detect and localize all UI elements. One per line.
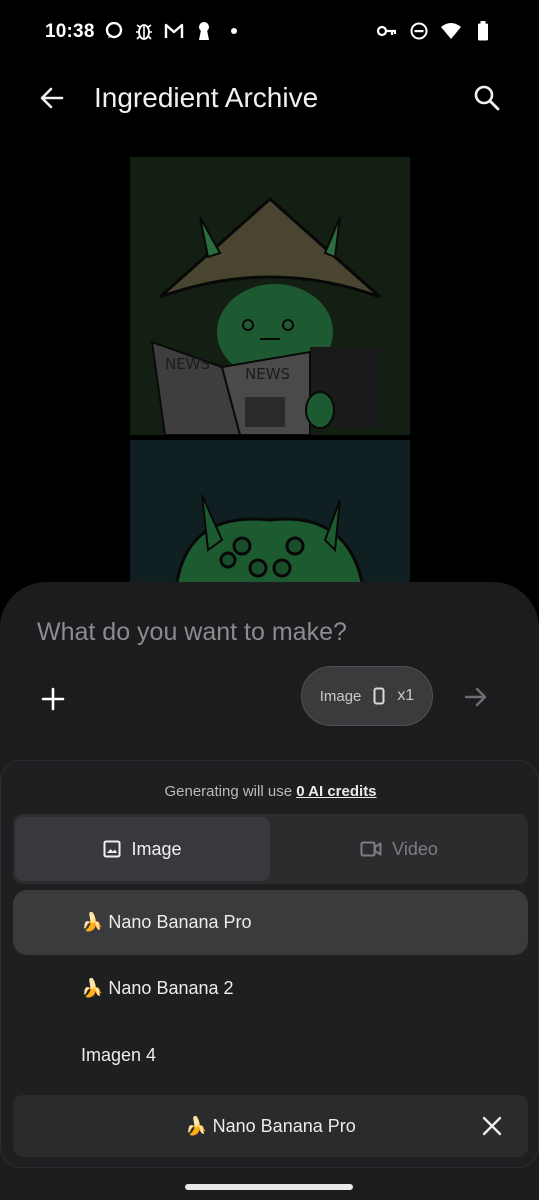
selected-model-bar[interactable]: 🍌 Nano Banana Pro	[13, 1095, 528, 1157]
chat-bubble-icon	[104, 20, 124, 42]
model-option-nano-banana-2[interactable]: 🍌 Nano Banana 2	[13, 956, 528, 1021]
tab-image[interactable]: Image	[15, 817, 270, 881]
model-label: 🍌 Nano Banana Pro	[81, 912, 252, 932]
page-title: Ingredient Archive	[94, 82, 319, 113]
model-option-nano-banana-pro[interactable]: 🍌 Nano Banana Pro	[13, 890, 528, 955]
tab-video[interactable]: Video	[270, 817, 528, 881]
videocam-icon	[360, 841, 382, 857]
send-button[interactable]	[462, 683, 490, 711]
close-button[interactable]	[480, 1114, 504, 1138]
home-indicator[interactable]	[185, 1184, 353, 1190]
image-icon	[103, 840, 121, 858]
add-attachment-button[interactable]	[40, 686, 66, 712]
media-type-tabs: Image Video	[13, 814, 528, 884]
search-icon	[474, 85, 500, 111]
tab-image-label: Image	[131, 838, 182, 859]
battery-icon	[473, 20, 493, 42]
model-option-imagen-4[interactable]: Imagen 4	[13, 1023, 528, 1088]
wifi-icon	[441, 20, 461, 42]
keyhole-icon	[194, 20, 214, 42]
bug-icon	[134, 20, 154, 42]
media-settings-chip[interactable]: Image x1	[301, 666, 433, 726]
archive-image-card[interactable]	[130, 440, 410, 600]
tab-video-label: Video	[392, 838, 438, 859]
model-label: Imagen 4	[81, 1045, 157, 1065]
chip-count: x1	[397, 687, 415, 704]
portrait-aspect-icon	[373, 687, 385, 705]
back-button[interactable]	[36, 82, 68, 114]
do-not-disturb-icon	[409, 20, 429, 42]
prompt-input[interactable]: What do you want to make?	[37, 618, 347, 647]
svg-text:NEWS: NEWS	[165, 355, 210, 373]
close-icon	[482, 1116, 502, 1136]
arrow-back-icon	[40, 87, 64, 109]
cartoon-news-illustration: NEWS NEWS	[130, 157, 410, 435]
vpn-key-icon	[377, 20, 397, 42]
system-icons	[377, 20, 493, 42]
credits-link[interactable]: 0 AI credits	[296, 783, 376, 800]
gmail-icon	[164, 20, 184, 42]
chip-label: Image	[319, 687, 362, 705]
arrow-forward-icon	[464, 687, 487, 707]
svg-text:NEWS: NEWS	[245, 365, 290, 383]
cartoon-robot-illustration	[130, 440, 410, 600]
search-button[interactable]	[471, 82, 503, 114]
model-picker-panel: Generating will use 0 AI credits Image V…	[0, 760, 539, 1168]
dot-icon	[224, 20, 244, 42]
status-bar: 10:38	[0, 0, 539, 64]
app-bar: Ingredient Archive	[0, 70, 539, 130]
status-time: 10:38	[45, 21, 95, 42]
notification-icons	[104, 20, 244, 42]
model-label: 🍌 Nano Banana 2	[81, 978, 234, 998]
credits-note: Generating will use 0 AI credits	[1, 783, 539, 800]
archive-image-card[interactable]: NEWS NEWS	[130, 157, 410, 435]
credits-prefix: Generating will use	[164, 783, 293, 800]
plus-icon	[41, 687, 65, 711]
selected-model-label: 🍌 Nano Banana Pro	[185, 1115, 356, 1136]
